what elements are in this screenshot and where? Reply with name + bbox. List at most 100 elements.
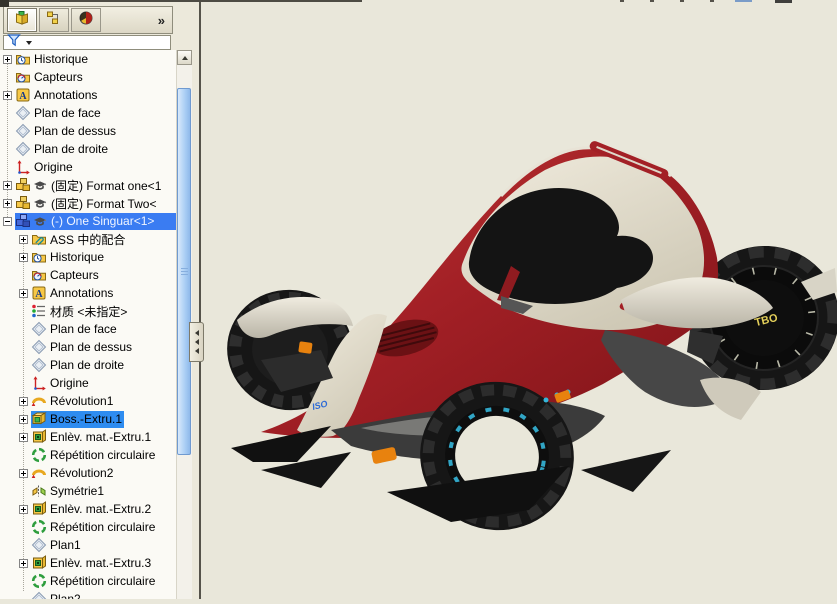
panel-viewport-divider[interactable] xyxy=(199,0,201,599)
tree-expander-plus[interactable] xyxy=(3,180,12,190)
plane-icon xyxy=(31,339,47,355)
tree-item-[interactable]: 材质 <未指定> xyxy=(0,302,176,320)
tree-item-r-volution2[interactable]: Révolution2 xyxy=(0,464,176,482)
tree-connector xyxy=(3,145,12,154)
extrude-icon xyxy=(31,411,47,427)
tree-expander-plus[interactable] xyxy=(19,504,28,514)
tree-item-origine[interactable]: Origine xyxy=(0,158,176,176)
circular-pattern-icon xyxy=(31,519,47,535)
tree-item-r-p-tition-circulaire[interactable]: Répétition circulaire xyxy=(0,518,176,536)
tree-item-label: Plan de droite xyxy=(50,358,125,372)
tree-item-label: Origine xyxy=(50,376,89,390)
tree-item-label: Répétition circulaire xyxy=(50,574,156,588)
cut-extrude-icon xyxy=(31,501,47,517)
car-model[interactable]: TBO ISO xyxy=(201,0,837,599)
tree-expander-minus[interactable] xyxy=(3,216,12,226)
plane-icon xyxy=(15,141,31,157)
tree-item-one-singuar-1[interactable]: (-) One Singuar<1> xyxy=(0,212,176,230)
tree-item-plan-de-droite[interactable]: Plan de droite xyxy=(0,356,176,374)
tree-item-label: Plan de face xyxy=(50,322,117,336)
panel-collapse-handle[interactable] xyxy=(189,322,204,362)
collapse-left-icon xyxy=(194,339,199,345)
tree-item-capteurs[interactable]: Capteurs xyxy=(0,68,176,86)
tree-item-plan-de-face[interactable]: Plan de face xyxy=(0,104,176,122)
3d-viewport[interactable]: TBO ISO xyxy=(201,0,837,599)
tree-item-enl-v-mat-extru-1[interactable]: Enlèv. mat.-Extru.1 xyxy=(0,428,176,446)
mates-folder-icon xyxy=(31,231,47,247)
tab-configurationmanager[interactable] xyxy=(71,8,101,32)
tree-item-plan2[interactable]: Plan2 xyxy=(0,590,176,599)
scrollbar-grip xyxy=(181,267,188,276)
tree-expander-plus[interactable] xyxy=(3,198,12,208)
tree-item-annotations[interactable]: A Annotations xyxy=(0,284,176,302)
tree-item-plan-de-face[interactable]: Plan de face xyxy=(0,320,176,338)
tree-expander-plus[interactable] xyxy=(19,396,28,406)
scrollbar-thumb[interactable] xyxy=(177,88,191,455)
tree-item-label: Annotations xyxy=(50,286,114,300)
component-yellow-icon xyxy=(15,177,31,193)
tree-connector xyxy=(19,361,28,370)
tree-item-boss-extru-1[interactable]: Boss.-Extru.1 xyxy=(0,410,176,428)
clipped-toolbar-icon xyxy=(650,0,654,2)
tree-expander-plus[interactable] xyxy=(19,288,28,298)
tree-item-plan1[interactable]: Plan1 xyxy=(0,536,176,554)
origin-icon xyxy=(31,375,47,391)
tree-connector xyxy=(19,487,28,496)
tree-connector xyxy=(19,307,28,316)
tree-expander-plus[interactable] xyxy=(3,54,12,64)
circular-pattern-icon xyxy=(31,447,47,463)
clipped-toolbar-icon xyxy=(680,0,684,2)
tree-item-label: Capteurs xyxy=(34,70,83,84)
annotations-icon: A xyxy=(15,87,31,103)
scrollbar-up-button[interactable] xyxy=(177,50,192,65)
tree-item-annotations[interactable]: A Annotations xyxy=(0,86,176,104)
tree-item-historique[interactable]: Historique xyxy=(0,248,176,266)
tree-item-label: Révolution1 xyxy=(50,394,114,408)
tree-item-label: Plan de dessus xyxy=(50,340,133,354)
tab-overflow-chevron[interactable]: » xyxy=(158,13,165,28)
tree-item-sym-trie1[interactable]: Symétrie1 xyxy=(0,482,176,500)
tree-item-format-two[interactable]: (固定) Format Two< xyxy=(0,194,176,212)
tree-item-capteurs[interactable]: Capteurs xyxy=(0,266,176,284)
collapse-left-icon xyxy=(194,330,199,336)
tree-item-plan-de-droite[interactable]: Plan de droite xyxy=(0,140,176,158)
display-state-icon xyxy=(32,177,48,193)
tree-expander-plus[interactable] xyxy=(19,234,28,244)
tree-item-label: Historique xyxy=(50,250,105,264)
indicator-orange xyxy=(298,341,313,354)
feature-manager-panel: » Historique Capteurs A Annotations Plan de … xyxy=(0,0,201,599)
tree-connector xyxy=(3,127,12,136)
tree-item-r-volution1[interactable]: Révolution1 xyxy=(0,392,176,410)
material-icon xyxy=(31,303,47,319)
filter-dropdown-caret[interactable] xyxy=(26,40,32,45)
tab-featuremanager[interactable] xyxy=(7,8,37,32)
tree-item-label: Annotations xyxy=(34,88,98,102)
tab-propertymanager[interactable] xyxy=(39,8,69,32)
history-folder-icon xyxy=(15,51,31,67)
tree-expander-plus[interactable] xyxy=(19,468,28,478)
tree-item-ass[interactable]: ASS 中的配合 xyxy=(0,230,176,248)
propertymanager-icon xyxy=(46,10,62,31)
tree-item-r-p-tition-circulaire[interactable]: Répétition circulaire xyxy=(0,572,176,590)
tree-expander-plus[interactable] xyxy=(19,414,28,424)
tree-expander-plus[interactable] xyxy=(19,558,28,568)
tree-item-enl-v-mat-extru-3[interactable]: Enlèv. mat.-Extru.3 xyxy=(0,554,176,572)
tree-filter-bar[interactable] xyxy=(3,34,171,50)
tree-expander-plus[interactable] xyxy=(19,252,28,262)
tree-item-enl-v-mat-extru-2[interactable]: Enlèv. mat.-Extru.2 xyxy=(0,500,176,518)
tree-item-r-p-tition-circulaire[interactable]: Répétition circulaire xyxy=(0,446,176,464)
tree-item-historique[interactable]: Historique xyxy=(0,50,176,68)
revolve-icon xyxy=(31,465,47,481)
tree-item-plan-de-dessus[interactable]: Plan de dessus xyxy=(0,338,176,356)
tree-item-origine[interactable]: Origine xyxy=(0,374,176,392)
tree-item-format-one-1[interactable]: (固定) Format one<1 xyxy=(0,176,176,194)
sensors-folder-icon xyxy=(15,69,31,85)
display-state-icon xyxy=(32,195,48,211)
tree-expander-plus[interactable] xyxy=(19,432,28,442)
plane-icon xyxy=(31,321,47,337)
tree-item-label: Plan1 xyxy=(50,538,81,552)
tree-expander-plus[interactable] xyxy=(3,90,12,100)
tree-item-label: (固定) Format one<1 xyxy=(51,178,162,193)
tree-item-label: Répétition circulaire xyxy=(50,520,156,534)
tree-item-plan-de-dessus[interactable]: Plan de dessus xyxy=(0,122,176,140)
